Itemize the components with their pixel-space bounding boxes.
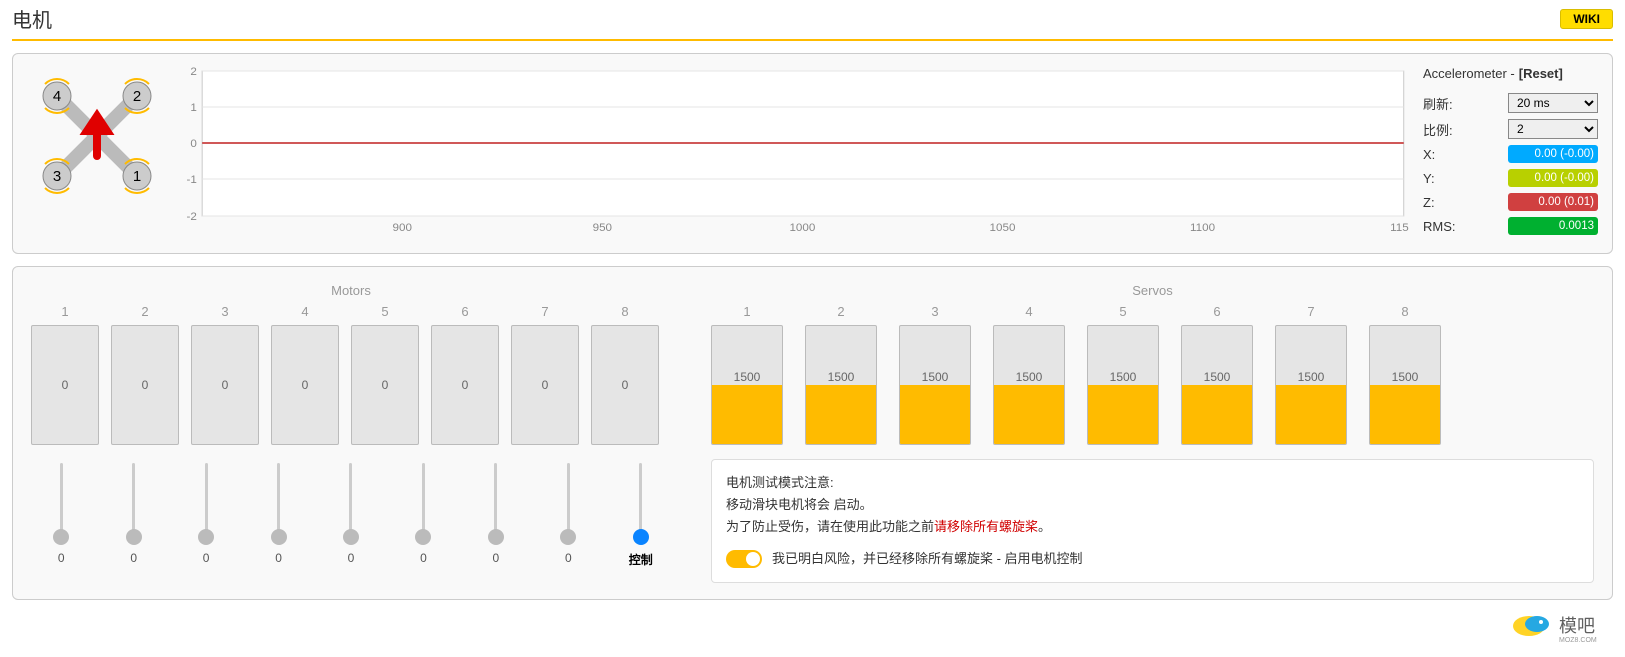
scale-select[interactable]: 2	[1508, 119, 1598, 139]
svg-text:MOZ8.COM: MOZ8.COM	[1559, 637, 1597, 644]
svg-text:1000: 1000	[789, 222, 815, 234]
y-label: Y:	[1423, 171, 1504, 186]
motor-slider[interactable]	[132, 463, 135, 543]
svg-text:3: 3	[53, 168, 61, 185]
servo-bar: 1500	[899, 325, 971, 445]
accel-reset-button[interactable]: [Reset]	[1519, 66, 1563, 81]
rms-label: RMS:	[1423, 219, 1504, 234]
svg-text:950: 950	[593, 222, 612, 234]
scale-label: 比例:	[1423, 120, 1504, 139]
svg-text:1: 1	[133, 168, 141, 185]
svg-text:2: 2	[133, 88, 141, 105]
slider-value: 0	[393, 551, 453, 565]
slider-value: 0	[466, 551, 526, 565]
svg-text:4: 4	[53, 88, 61, 105]
slider-value: 0	[248, 551, 308, 565]
servo-bar: 1500	[1181, 325, 1253, 445]
motor-slider[interactable]	[567, 463, 570, 543]
servo-bar: 1500	[711, 325, 783, 445]
accel-title: Accelerometer -	[1423, 66, 1515, 81]
motor-bar: 0	[271, 325, 339, 445]
motor-slider[interactable]	[205, 463, 208, 543]
motor-bar: 0	[431, 325, 499, 445]
master-label: 控制	[611, 551, 671, 568]
motor-number: 2	[111, 304, 179, 319]
servo-number: 5	[1087, 304, 1159, 319]
motor-bar: 0	[591, 325, 659, 445]
servos-title: Servos	[711, 283, 1594, 298]
watermark-logo: 模吧 MOZ8.COM	[1509, 606, 1609, 649]
servo-number: 7	[1275, 304, 1347, 319]
motor-number: 3	[191, 304, 259, 319]
motor-slider[interactable]	[60, 463, 63, 543]
svg-text:1100: 1100	[1190, 222, 1215, 234]
x-label: X:	[1423, 147, 1504, 162]
motor-number: 8	[591, 304, 659, 319]
motor-slider[interactable]	[422, 463, 425, 543]
motor-number: 5	[351, 304, 419, 319]
svg-text:0: 0	[190, 138, 196, 150]
svg-text:-2: -2	[187, 211, 197, 223]
motor-bar: 0	[31, 325, 99, 445]
svg-text:1050: 1050	[990, 222, 1016, 234]
motor-number: 4	[271, 304, 339, 319]
servo-number: 4	[993, 304, 1065, 319]
page-title: 电机	[12, 4, 1560, 33]
accelerometer-graph: 2 1 0 -1 -2 900 950 1000 1050 1100 1150	[181, 66, 1409, 236]
svg-text:2: 2	[190, 66, 196, 78]
slider-value: 0	[321, 551, 381, 565]
slider-value: 0	[103, 551, 163, 565]
slider-value: 0	[176, 551, 236, 565]
motor-number: 6	[431, 304, 499, 319]
z-label: Z:	[1423, 195, 1504, 210]
toggle-label: 我已明白风险，并已经移除所有螺旋桨 - 启用电机控制	[772, 548, 1083, 570]
motor-bar: 0	[191, 325, 259, 445]
master-slider[interactable]	[639, 463, 642, 543]
servo-bar: 1500	[1087, 325, 1159, 445]
motor-number: 1	[31, 304, 99, 319]
enable-motor-toggle[interactable]	[726, 550, 762, 568]
motors-title: Motors	[31, 283, 671, 298]
servo-bar: 1500	[1369, 325, 1441, 445]
motor-bar: 0	[111, 325, 179, 445]
x-badge: 0.00 (-0.00)	[1508, 145, 1598, 163]
z-badge: 0.00 (0.01)	[1508, 193, 1598, 211]
refresh-select[interactable]: 20 ms	[1508, 93, 1598, 113]
motor-notice: 电机测试模式注意: 移动滑块电机将会 启动。 为了防止受伤，请在使用此功能之前请…	[711, 459, 1594, 583]
motor-layout-diagram: 4 2 3 1	[27, 66, 167, 206]
motor-slider[interactable]	[494, 463, 497, 543]
motor-bar: 0	[511, 325, 579, 445]
servo-number: 3	[899, 304, 971, 319]
motor-bar: 0	[351, 325, 419, 445]
servo-number: 2	[805, 304, 877, 319]
slider-value: 0	[31, 551, 91, 565]
refresh-label: 刷新:	[1423, 94, 1504, 113]
servo-bar: 1500	[993, 325, 1065, 445]
y-badge: 0.00 (-0.00)	[1508, 169, 1598, 187]
motor-number: 7	[511, 304, 579, 319]
header-divider	[12, 39, 1613, 41]
slider-value: 0	[538, 551, 598, 565]
servo-bar: 1500	[805, 325, 877, 445]
servo-number: 8	[1369, 304, 1441, 319]
svg-text:1150: 1150	[1390, 222, 1409, 234]
svg-text:1: 1	[190, 102, 196, 114]
motor-slider[interactable]	[277, 463, 280, 543]
svg-text:-1: -1	[187, 174, 197, 186]
servo-number: 1	[711, 304, 783, 319]
servo-bar: 1500	[1275, 325, 1347, 445]
rms-badge: 0.0013	[1508, 217, 1598, 235]
wiki-button[interactable]: WIKI	[1560, 9, 1613, 29]
motor-slider[interactable]	[349, 463, 352, 543]
svg-text:900: 900	[393, 222, 412, 234]
servo-number: 6	[1181, 304, 1253, 319]
svg-text:模吧: 模吧	[1559, 616, 1595, 636]
